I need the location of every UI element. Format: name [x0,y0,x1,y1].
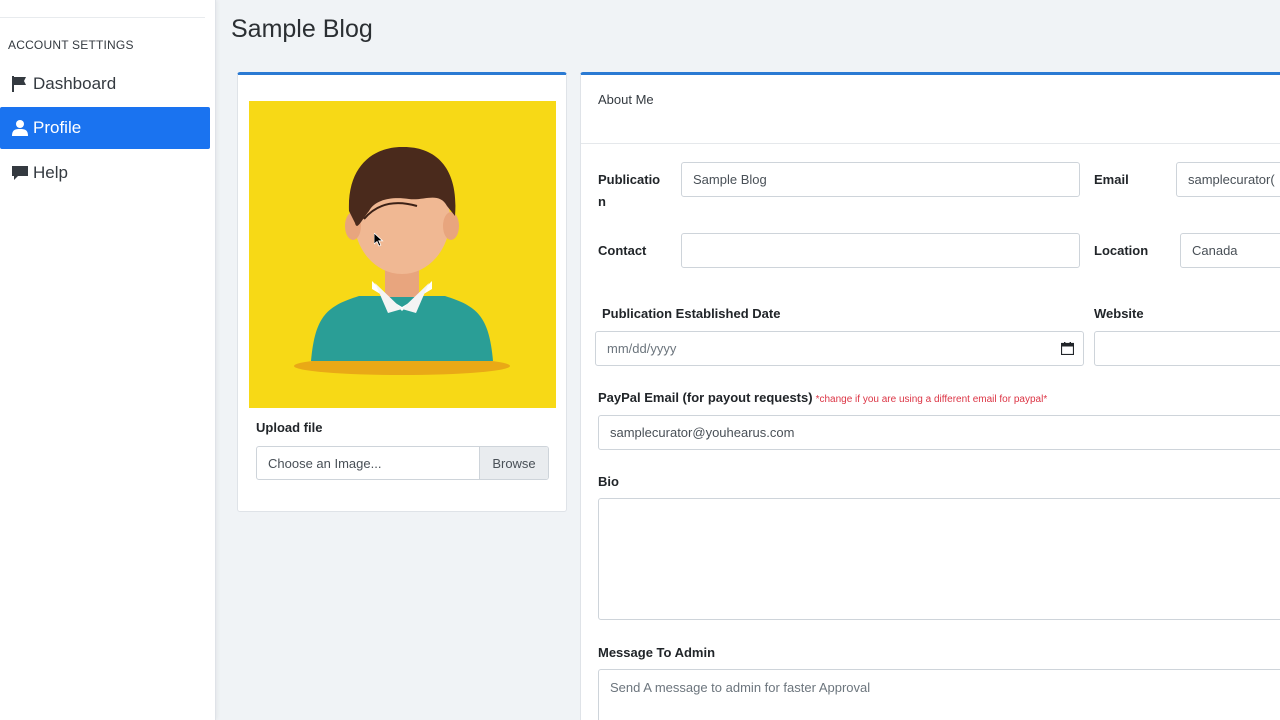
image-file-input[interactable]: Choose an Image... Browse [256,446,549,480]
publication-label-line1: Publicatio [598,172,661,187]
page-title: Sample Blog [231,15,373,43]
sidebar-item-label: Profile [33,118,82,137]
established-date-input[interactable]: mm/dd/yyyy [595,331,1084,366]
file-input-placeholder[interactable]: Choose an Image... [257,447,479,479]
email-input[interactable]: samplecurator( [1176,162,1280,197]
website-label: Website [1094,306,1144,321]
publication-input[interactable]: Sample Blog [681,162,1080,197]
location-label: Location [1094,243,1149,258]
browse-button[interactable]: Browse [479,447,548,479]
sidebar-section-title: ACCOUNT SETTINGS [8,38,134,52]
avatar-illustration [294,146,510,375]
publication-label-line2: n [598,194,606,209]
message-to-admin-label: Message To Admin [598,645,716,660]
sidebar-item-label: Help [33,163,68,182]
sidebar-item-profile[interactable]: Profile [0,107,210,149]
sidebar: ACCOUNT SETTINGS Dashboard Profile Help [0,0,216,720]
date-placeholder: mm/dd/yyyy [607,341,677,356]
sidebar-item-label: Dashboard [33,74,117,93]
paypal-email-input[interactable]: samplecurator@youhearus.com [598,415,1280,450]
about-me-title: About Me [598,92,654,107]
about-me-card: About Me Publicatio n Sample Blog Email … [580,72,1280,720]
contact-label: Contact [598,243,647,258]
about-me-header: About Me [581,75,1280,144]
paypal-label: PayPal Email (for payout requests) *chang… [598,387,1047,411]
upload-file-label: Upload file [256,420,323,435]
calendar-icon[interactable] [1060,342,1075,356]
avatar-card: Upload file Choose an Image... Browse [237,72,567,512]
location-select[interactable]: Canada [1180,233,1280,268]
comment-icon [11,164,29,182]
user-icon [11,119,29,137]
sidebar-item-help[interactable]: Help [0,152,210,194]
website-input[interactable] [1094,331,1280,366]
established-date-label: Publication Established Date [602,306,781,321]
paypal-label-text: PayPal Email (for payout requests) [598,390,813,405]
flag-icon [11,75,29,93]
email-label: Email [1094,172,1129,187]
sidebar-item-dashboard[interactable]: Dashboard [0,63,210,105]
sidebar-top-divider [0,0,205,18]
message-to-admin-textarea[interactable] [598,669,1280,720]
contact-input[interactable] [681,233,1080,268]
mouse-cursor-icon [374,233,384,247]
bio-textarea[interactable] [598,498,1280,620]
bio-label: Bio [598,474,619,489]
avatar-image [249,101,556,408]
publication-label: Publicatio n [598,169,660,213]
paypal-hint: *change if you are using a different ema… [815,394,1048,405]
